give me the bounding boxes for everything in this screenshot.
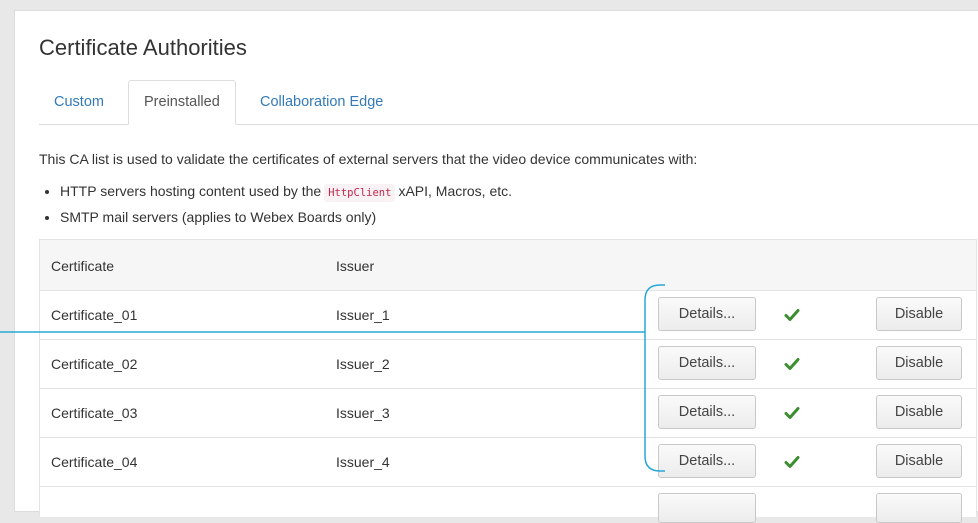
disable-button[interactable]: Disable (876, 297, 962, 331)
tab-bar: Custom Preinstalled Collaboration Edge (39, 80, 978, 125)
httpclient-code: HttpClient (324, 184, 396, 202)
details-button[interactable]: Details... (658, 444, 756, 478)
check-icon (784, 358, 800, 370)
issuer-name: Issuer_2 (336, 356, 390, 372)
certificates-table: Certificate Issuer Certificate_01 Issuer… (39, 239, 977, 523)
certificate-authorities-panel: Certificate Authorities Custom Preinstal… (14, 10, 978, 523)
table-row: Certificate_02 Issuer_2 Details... Disab… (40, 340, 976, 389)
details-button-partial[interactable] (658, 493, 756, 523)
disable-button[interactable]: Disable (876, 346, 962, 380)
issuer-name: Issuer_3 (336, 405, 390, 421)
tab-preinstalled[interactable]: Preinstalled (128, 80, 236, 125)
details-button[interactable]: Details... (658, 395, 756, 429)
check-icon (784, 456, 800, 468)
disable-button[interactable]: Disable (876, 444, 962, 478)
issuer-name: Issuer_1 (336, 307, 390, 323)
column-header-certificate: Certificate (51, 258, 115, 274)
issuer-name: Issuer_4 (336, 454, 390, 470)
table-row: Certificate_03 Issuer_3 Details... Disab… (40, 389, 976, 438)
certificate-name: Certificate_04 (51, 454, 138, 470)
table-header: Certificate Issuer (40, 240, 976, 291)
table-row: Certificate_04 Issuer_4 Details... Disab… (40, 438, 976, 487)
details-button[interactable]: Details... (658, 346, 756, 380)
description-text: This CA list is used to validate the cer… (39, 151, 698, 167)
list-item: SMTP mail servers (applies to Webex Boar… (60, 205, 512, 229)
column-header-issuer: Issuer (336, 258, 375, 274)
certificate-name: Certificate_03 (51, 405, 138, 421)
check-icon (784, 309, 800, 321)
server-type-list: HTTP servers hosting content used by the… (39, 179, 512, 229)
list-item-text: HTTP servers hosting content used by the (60, 183, 322, 199)
disable-button[interactable]: Disable (876, 395, 962, 429)
details-button[interactable]: Details... (658, 297, 756, 331)
certificate-name: Certificate_01 (51, 307, 138, 323)
tab-custom[interactable]: Custom (39, 80, 119, 123)
certificate-name: Certificate_02 (51, 356, 138, 372)
table-row: Certificate_01 Issuer_1 Details... Disab… (40, 291, 976, 340)
table-row-partial (40, 487, 976, 523)
list-item: HTTP servers hosting content used by the… (60, 179, 512, 205)
page-title: Certificate Authorities (39, 35, 247, 60)
tab-collaboration-edge[interactable]: Collaboration Edge (245, 80, 398, 123)
check-icon (784, 407, 800, 419)
disable-button-partial[interactable] (876, 493, 962, 523)
list-item-text: xAPI, Macros, etc. (398, 183, 513, 199)
